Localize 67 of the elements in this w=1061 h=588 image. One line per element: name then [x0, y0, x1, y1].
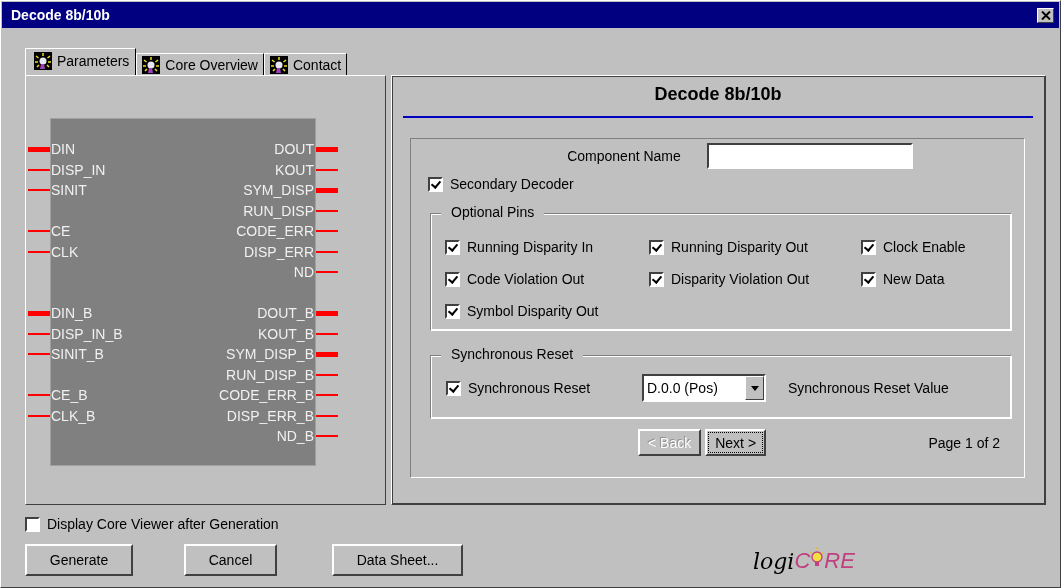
- dialog-button[interactable]: Generate: [25, 544, 133, 576]
- pin-label: DOUT_B: [256, 305, 315, 322]
- checkbox[interactable]: [445, 239, 460, 255]
- reset-value-label: Synchronous Reset Value: [788, 380, 949, 396]
- pin-label: CLK_B: [50, 407, 97, 424]
- page-indicator: Page 1 of 2: [928, 434, 1000, 451]
- checkbox-label: Clock Enable: [883, 239, 966, 255]
- pin-label: RUN_DISP_B: [225, 366, 315, 383]
- checkbox[interactable]: [446, 380, 461, 396]
- checkbox-label: Synchronous Reset: [468, 380, 591, 396]
- checkbox-label: Disparity Violation Out: [671, 271, 810, 287]
- tab[interactable]: Core Overview: [136, 53, 264, 75]
- pin-label: DISP_ERR: [242, 243, 315, 260]
- pin-label: SINIT: [50, 182, 88, 199]
- group-title: Synchronous Reset: [441, 346, 584, 362]
- pin-label: CODE_ERR: [235, 223, 315, 240]
- checkbox-label: Symbol Disparity Out: [467, 303, 599, 319]
- pin-label: SINIT_B: [50, 346, 105, 363]
- pin-label: KOUT: [274, 161, 315, 178]
- pin-label: DIN_B: [50, 305, 94, 322]
- dropdown-arrow-icon: [750, 385, 759, 391]
- tab[interactable]: Contact: [263, 53, 348, 75]
- checkbox[interactable]: [445, 271, 460, 287]
- pin-label: KOUT_B: [257, 325, 315, 342]
- pin-label: DOUT: [273, 141, 315, 158]
- pin-label: CE_B: [50, 387, 89, 404]
- pin-label: DISP_IN: [50, 161, 107, 178]
- checkbox-label: Code Violation Out: [467, 271, 585, 287]
- light-bulb-icon: [142, 55, 161, 74]
- close-button[interactable]: [1037, 7, 1054, 23]
- checkbox-label: New Data: [883, 271, 945, 287]
- pin-label: ND: [292, 264, 315, 281]
- checkbox-label: Running Disparity Out: [671, 239, 808, 255]
- pin-label: SYM_DISP_B: [225, 346, 315, 363]
- pin-label: RUN_DISP: [242, 202, 315, 219]
- checkbox[interactable]: [861, 239, 876, 255]
- checkbox[interactable]: [25, 516, 40, 532]
- checkbox[interactable]: [445, 303, 460, 319]
- component-name-label: Component Name: [567, 148, 681, 164]
- pin-label: SYM_DISP: [242, 182, 315, 199]
- tab[interactable]: Parameters: [25, 48, 137, 75]
- pin-label: CE: [50, 223, 72, 240]
- checkbox-label: Display Core Viewer after Generation: [47, 516, 279, 532]
- dialog-button[interactable]: Cancel: [184, 544, 277, 576]
- group-title: Optional Pins: [441, 204, 545, 220]
- pin-label: DISP_IN_B: [50, 325, 124, 342]
- checkbox[interactable]: [428, 176, 443, 192]
- checkbox[interactable]: [649, 271, 664, 287]
- next-button[interactable]: Next >: [705, 429, 767, 456]
- checkbox[interactable]: [861, 271, 876, 287]
- pin-label: DIN: [50, 141, 77, 158]
- logo: logiC RE: [753, 546, 855, 574]
- checkbox-label: Secondary Decoder: [450, 176, 574, 192]
- dialog-button[interactable]: Data Sheet...: [332, 544, 463, 576]
- pin-label: DISP_ERR_B: [225, 407, 315, 424]
- light-bulb-icon: [810, 546, 825, 569]
- light-bulb-icon: [269, 55, 288, 74]
- pin-label: CLK: [50, 243, 80, 260]
- light-bulb-icon: [34, 52, 52, 70]
- checkbox-label: Running Disparity In: [467, 239, 594, 255]
- checkbox[interactable]: [649, 239, 664, 255]
- pin-label: ND_B: [275, 428, 315, 445]
- window-title: Decode 8b/10b: [11, 7, 110, 23]
- pin-label: CODE_ERR_B: [218, 387, 315, 404]
- reset-value-dropdown[interactable]: D.0.0 (Pos): [642, 374, 766, 402]
- panel-heading: Decode 8b/10b: [653, 84, 783, 106]
- component-name-field[interactable]: [706, 143, 913, 169]
